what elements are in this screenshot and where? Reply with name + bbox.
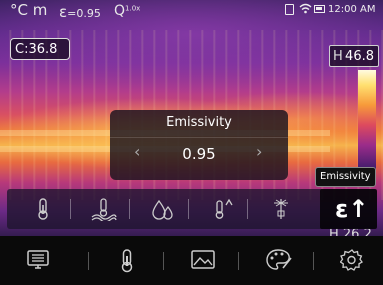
battery-icon	[314, 5, 325, 13]
high-value: 46.8	[345, 49, 374, 64]
ambient-temperature-icon	[215, 198, 233, 219]
status-bar: °C m ε=0.95 Q1.0x 12:00 AM	[0, 0, 383, 22]
sd-card-icon	[285, 4, 294, 15]
dialog-divider	[110, 137, 288, 138]
display-menu-icon	[27, 250, 49, 269]
temperature-unit: °C m	[10, 1, 48, 19]
display-menu-button[interactable]	[0, 236, 76, 285]
emissivity-icon: ε↑	[335, 195, 369, 223]
temperature-icon	[38, 198, 48, 220]
distance-icon	[274, 199, 288, 219]
emissivity-tooltip: Emissivity	[315, 167, 376, 187]
parameter-toolbar: ε↑	[7, 189, 377, 229]
dialog-title: Emissivity	[166, 115, 232, 130]
image-menu-button[interactable]	[164, 236, 240, 285]
reflected-temperature-icon	[91, 198, 117, 221]
settings-menu-button[interactable]	[314, 236, 383, 285]
reflected-temperature-param-button[interactable]	[73, 189, 129, 229]
distance-param-button[interactable]	[250, 189, 306, 229]
wifi-icon	[299, 3, 312, 17]
humidity-param-button[interactable]	[132, 189, 188, 229]
high-label: H	[333, 49, 343, 64]
measure-menu-icon	[121, 249, 133, 273]
bottom-menu-bar	[0, 236, 383, 285]
toolbar-divider	[188, 199, 189, 219]
emissivity-param-button[interactable]: ε↑	[320, 189, 377, 229]
center-temperature-readout: C:36.8	[10, 38, 70, 60]
toolbar-divider	[247, 199, 248, 219]
clock-time: 12:00 AM	[328, 4, 376, 15]
palette-menu-button[interactable]	[239, 236, 315, 285]
increase-arrow-icon[interactable]: ›	[256, 142, 262, 161]
emissivity-dialog: Emissivity ‹ 0.95 ›	[110, 110, 288, 180]
settings-menu-icon	[340, 249, 363, 271]
humidity-icon	[152, 199, 173, 220]
image-menu-icon	[191, 250, 215, 269]
toolbar-divider	[70, 199, 71, 219]
temperature-param-button[interactable]	[15, 189, 71, 229]
toolbar-divider	[129, 199, 130, 219]
emissivity-status: ε=0.95	[59, 3, 101, 21]
palette-menu-icon	[266, 249, 292, 270]
zoom-status: Q1.0x	[114, 3, 141, 19]
measure-menu-button[interactable]	[89, 236, 165, 285]
high-temperature-box: H 46.8	[329, 45, 379, 67]
ambient-temperature-param-button[interactable]	[191, 189, 247, 229]
color-scale-bar	[358, 70, 376, 170]
